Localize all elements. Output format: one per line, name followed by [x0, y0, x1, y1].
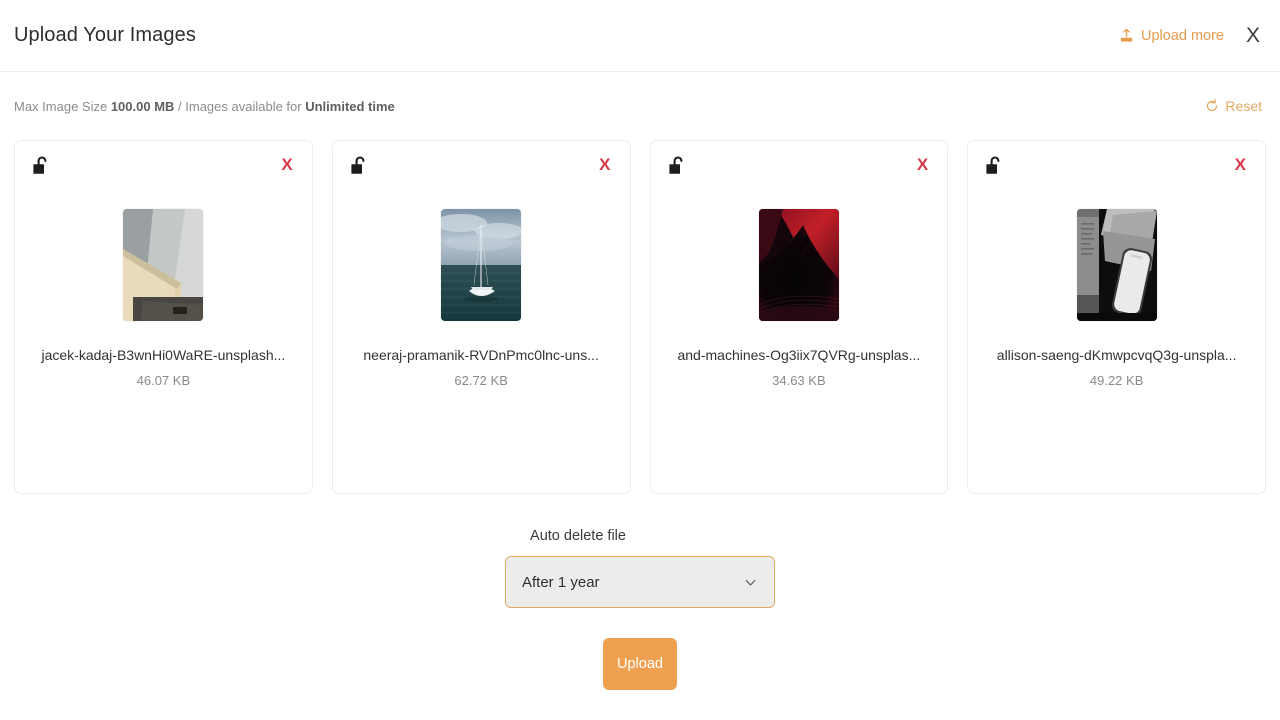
- upload-icon: [1119, 28, 1134, 43]
- image-card[interactable]: X jacek-kadaj-B3wnHi0WaRE-unsplash... 46…: [14, 140, 313, 494]
- auto-delete-selected-value: After 1 year: [522, 573, 600, 591]
- refresh-icon: [1205, 99, 1219, 113]
- image-cards-list: X jacek-kadaj-B3wnHi0WaRE-unsplash... 46…: [0, 140, 1280, 494]
- upload-more-label: Upload more: [1140, 27, 1224, 44]
- unlocked-padlock-icon[interactable]: [984, 155, 1006, 183]
- info-prefix: Max Image Size: [14, 98, 111, 114]
- file-size: 49.22 KB: [1089, 373, 1144, 388]
- header-actions: Upload more X: [1119, 23, 1264, 48]
- image-thumbnail[interactable]: [1076, 209, 1157, 321]
- card-toolbar: X: [345, 155, 618, 185]
- upload-more-button[interactable]: Upload more: [1119, 28, 1224, 44]
- file-name: and-machines-Og3iix7QVRg-unsplas...: [677, 347, 921, 363]
- card-toolbar: X: [980, 155, 1253, 185]
- image-card[interactable]: X: [967, 140, 1266, 494]
- file-name: jacek-kadaj-B3wnHi0WaRE-unsplash...: [41, 347, 286, 363]
- unlocked-padlock-icon[interactable]: [667, 155, 689, 183]
- remove-image-button[interactable]: X: [914, 155, 931, 174]
- auto-delete-select[interactable]: After 1 year: [505, 556, 775, 608]
- remove-image-button[interactable]: X: [278, 155, 295, 174]
- file-name: allison-saeng-dKmwpcvqQ3g-unspla...: [996, 347, 1237, 363]
- image-thumbnail[interactable]: [441, 209, 522, 321]
- chevron-down-icon: [743, 575, 758, 590]
- reset-button[interactable]: Reset: [1205, 98, 1262, 114]
- page-header: Upload Your Images Upload more X: [0, 0, 1280, 72]
- auto-delete-label: Auto delete file: [530, 528, 626, 544]
- upload-form: Auto delete file After 1 year Upload: [0, 494, 1280, 720]
- card-toolbar: X: [27, 155, 300, 185]
- file-size: 62.72 KB: [454, 373, 508, 388]
- info-middle: / Images available for: [174, 98, 306, 114]
- file-size: 34.63 KB: [772, 373, 826, 388]
- unlocked-padlock-icon[interactable]: [349, 155, 371, 183]
- file-name: neeraj-pramanik-RVDnPmc0lnc-uns...: [363, 347, 599, 363]
- card-toolbar: X: [663, 155, 936, 185]
- image-card[interactable]: X: [649, 140, 949, 494]
- remove-image-button[interactable]: X: [1232, 155, 1249, 174]
- file-size: 46.07 KB: [136, 373, 191, 388]
- image-thumbnail[interactable]: [123, 209, 204, 321]
- info-bar: Max Image Size 100.00 MB / Images availa…: [0, 72, 1280, 140]
- upload-button[interactable]: Upload: [603, 638, 677, 690]
- page-title: Upload Your Images: [14, 24, 196, 46]
- remove-image-button[interactable]: X: [596, 155, 613, 174]
- image-card[interactable]: X: [331, 140, 631, 494]
- reset-label: Reset: [1225, 98, 1262, 114]
- max-size-value: 100.00 MB: [110, 98, 175, 114]
- upload-constraints-text: Max Image Size 100.00 MB / Images availa…: [14, 99, 395, 114]
- availability-value: Unlimited time: [305, 98, 395, 114]
- image-thumbnail[interactable]: [758, 209, 839, 321]
- close-icon[interactable]: X: [1242, 23, 1264, 48]
- upload-images-page: Upload Your Images Upload more X Max Ima…: [0, 0, 1280, 720]
- unlocked-padlock-icon[interactable]: [31, 155, 53, 183]
